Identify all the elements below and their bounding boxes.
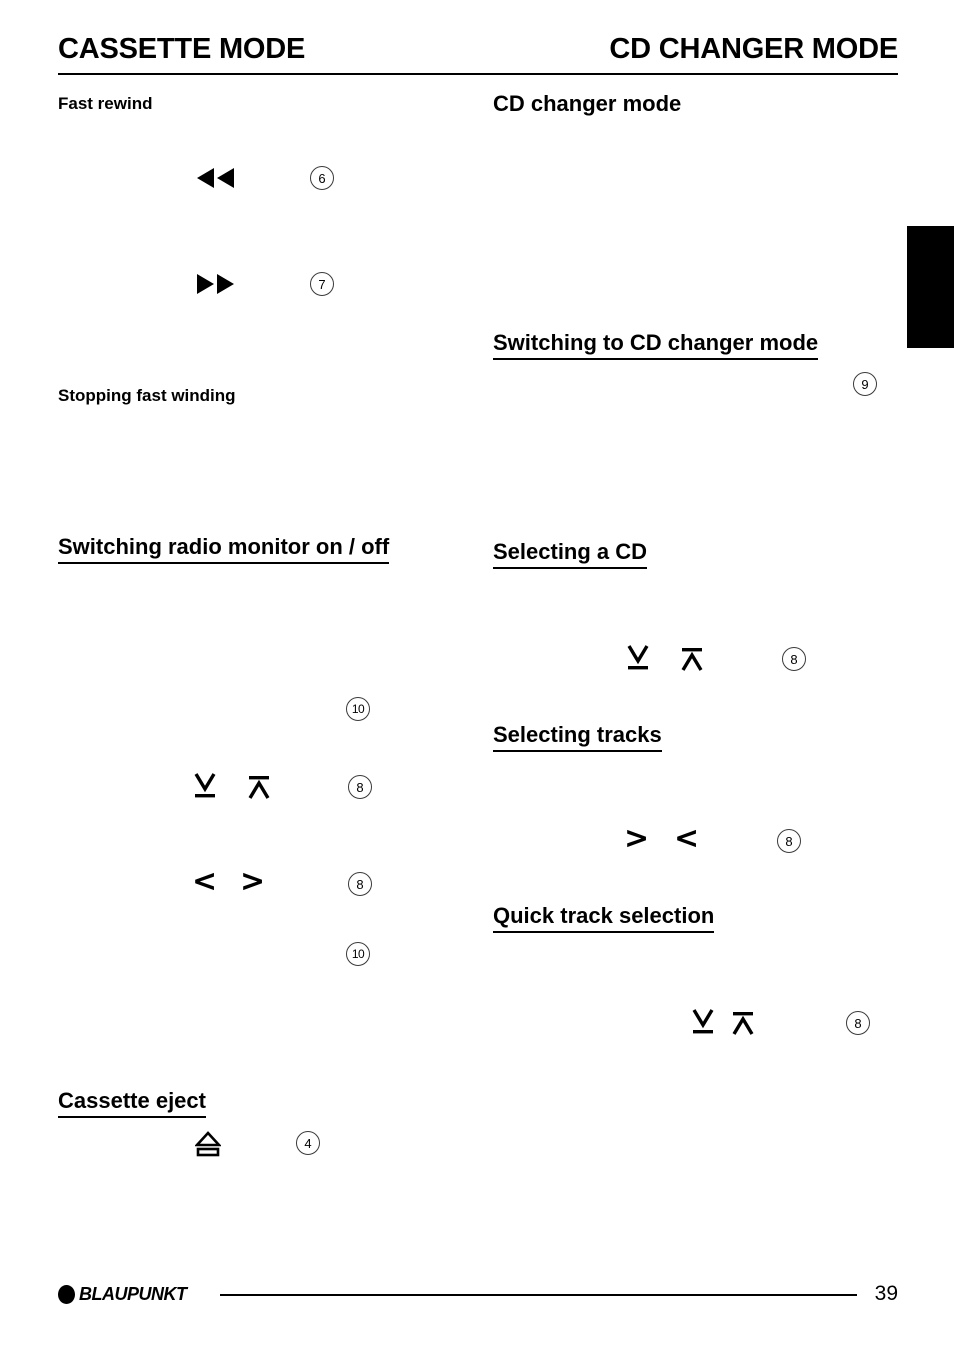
header-title-right: CD CHANGER MODE — [609, 33, 898, 65]
chevron-right-icon: > — [624, 821, 650, 856]
ref-circle-4: 4 — [296, 1131, 320, 1155]
ref-circle-8-a: 8 — [348, 775, 372, 799]
heading-switching-radio-monitor: Switching radio monitor on / off — [58, 534, 390, 564]
heading-fast-rewind: Fast rewind — [58, 94, 153, 113]
chevron-left-icon: < — [192, 864, 218, 899]
footer-divider — [220, 1294, 857, 1296]
fast-forward-double-arrow-icon — [196, 273, 236, 300]
ref-circle-8-selecting-cd: 8 — [782, 647, 806, 671]
eject-icon — [194, 1130, 222, 1163]
up-arrow-bar-icon — [679, 644, 705, 679]
heading-stopping-fast-winding: Stopping fast winding — [58, 386, 236, 405]
ref-circle-8-selecting-tracks: 8 — [777, 829, 801, 853]
header-title-left: CASSETTE MODE — [58, 33, 306, 65]
down-arrow-bar-icon — [625, 644, 651, 679]
heading-cassette-eject: Cassette eject — [58, 1088, 206, 1118]
up-arrow-bar-icon — [730, 1008, 756, 1043]
chapter-edge-tab — [907, 226, 954, 348]
ref-circle-8-quick-track: 8 — [846, 1011, 870, 1035]
heading-quick-track-selection: Quick track selection — [493, 903, 715, 933]
brand-name: BLAUPUNKT — [79, 1284, 187, 1304]
down-arrow-bar-icon — [192, 772, 218, 807]
heading-selecting-a-cd: Selecting a CD — [493, 539, 648, 569]
ref-circle-8-b: 8 — [348, 872, 372, 896]
brand-dot-icon — [58, 1285, 75, 1304]
heading-switching-to-cd-changer-mode: Switching to CD changer mode — [493, 330, 819, 360]
chevron-right-icon: > — [240, 864, 266, 899]
ref-circle-6: 6 — [310, 166, 334, 190]
heading-cd-changer-mode: CD changer mode — [493, 91, 682, 116]
ref-circle-7: 7 — [310, 272, 334, 296]
ref-circle-10-a: 10 — [346, 697, 370, 721]
brand-logo: BLAUPUNKT — [58, 1284, 187, 1305]
page-number: 39 — [874, 1282, 898, 1305]
down-arrow-bar-icon — [690, 1008, 716, 1043]
ref-circle-10-b: 10 — [346, 942, 370, 966]
manual-page: CASSETTE MODE CD CHANGER MODE Fast rewin… — [0, 0, 954, 1349]
heading-selecting-tracks: Selecting tracks — [493, 722, 662, 752]
header-divider — [58, 73, 898, 75]
ref-circle-9: 9 — [853, 372, 877, 396]
rewind-double-arrow-icon — [196, 167, 236, 194]
chevron-left-icon: < — [674, 821, 700, 856]
up-arrow-bar-icon — [246, 772, 272, 807]
